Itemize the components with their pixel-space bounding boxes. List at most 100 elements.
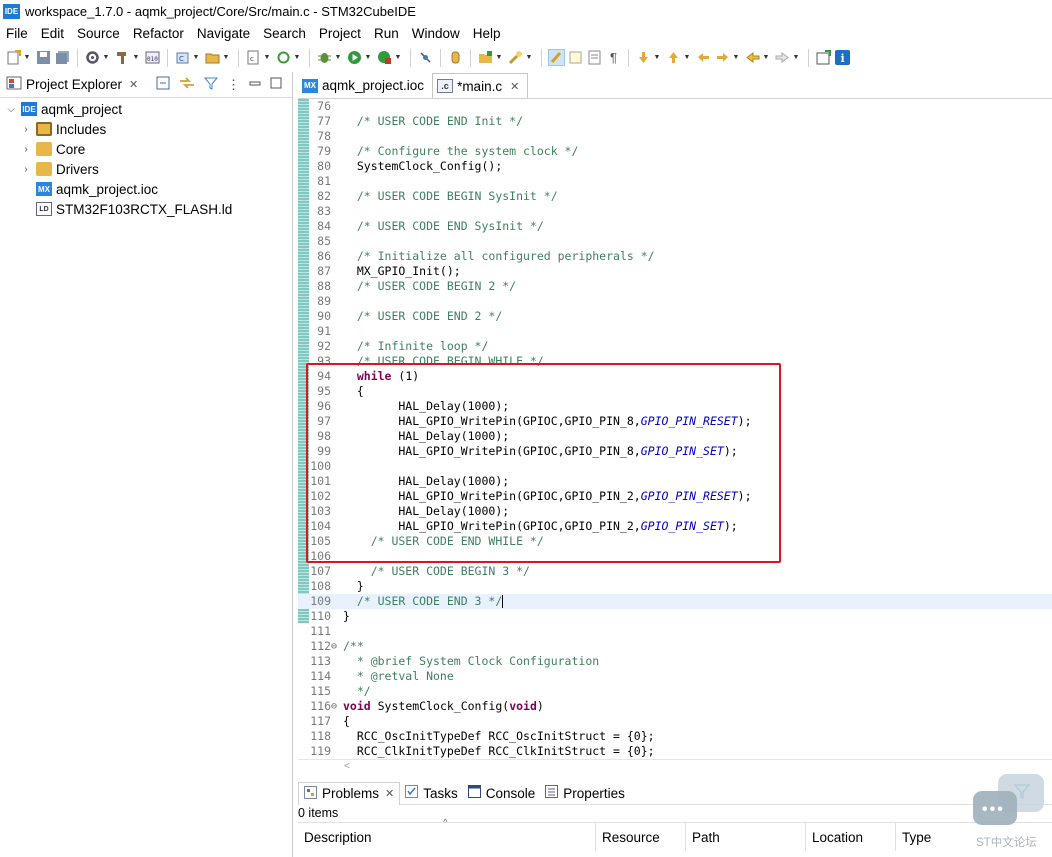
new-source-dropdown-icon[interactable]: ▼ (263, 49, 271, 66)
new-folder-icon[interactable] (204, 49, 221, 66)
previous-annotation-dropdown-icon[interactable]: ▼ (683, 49, 691, 66)
open-type-dropdown-icon[interactable]: ▼ (495, 49, 503, 66)
code-line[interactable]: 94 while (1) (298, 369, 1052, 384)
word-wrap-icon[interactable] (586, 49, 603, 66)
new-cpp-class-icon[interactable]: C (174, 49, 191, 66)
forward-arrow-icon[interactable] (774, 49, 791, 66)
code-line[interactable]: 78 (298, 129, 1052, 144)
next-annotation-icon[interactable] (635, 49, 652, 66)
link-with-editor-icon[interactable] (179, 76, 195, 93)
close-icon[interactable]: ✕ (510, 80, 519, 93)
menu-source[interactable]: Source (71, 26, 127, 41)
tree-item-aqmk-project[interactable]: ⌵ IDE aqmk_project (0, 99, 292, 119)
menu-edit[interactable]: Edit (35, 26, 71, 41)
maximize-icon[interactable] (270, 77, 282, 92)
forward-edit-location-icon[interactable] (714, 49, 731, 66)
horizontal-scrollbar[interactable]: < (298, 759, 1052, 773)
tab-properties[interactable]: Properties (540, 782, 630, 805)
back-arrow-icon[interactable] (744, 49, 761, 66)
tab-aqmk-project-ioc[interactable]: MX aqmk_project.ioc (298, 73, 432, 98)
code-line[interactable]: 118 RCC_OscInitTypeDef RCC_OscInitStruct… (298, 729, 1052, 744)
search-flashlight-icon[interactable] (507, 49, 524, 66)
code-line[interactable]: 100 (298, 459, 1052, 474)
new-dropdown-icon[interactable]: ▼ (23, 49, 31, 66)
menu-window[interactable]: Window (406, 26, 467, 41)
tab-problems[interactable]: Problems ✕ (298, 781, 401, 805)
code-line[interactable]: 101 HAL_Delay(1000); (298, 474, 1052, 489)
code-line[interactable]: 103 HAL_Delay(1000); (298, 504, 1052, 519)
menu-file[interactable]: File (0, 26, 35, 41)
refresh-icon[interactable] (275, 49, 292, 66)
column-description[interactable]: Description (298, 823, 596, 851)
code-line[interactable]: 99 HAL_GPIO_WritePin(GPIOC,GPIO_PIN_8,GP… (298, 444, 1052, 459)
new-folder-dropdown-icon[interactable]: ▼ (222, 49, 230, 66)
save-icon[interactable] (35, 49, 52, 66)
code-line[interactable]: 113 * @brief System Clock Configuration (298, 654, 1052, 669)
chevron-right-icon[interactable]: › (20, 164, 32, 175)
chevron-down-icon[interactable]: ⌵ (5, 104, 17, 115)
tab-main-c[interactable]: .c *main.c ✕ (432, 73, 529, 98)
run-dropdown-icon[interactable]: ▼ (364, 49, 372, 66)
code-line[interactable]: 85 (298, 234, 1052, 249)
code-line[interactable]: 80 SystemClock_Config(); (298, 159, 1052, 174)
tree-item-core[interactable]: › Core (0, 139, 292, 159)
view-menu-icon[interactable]: ⋮ (227, 77, 240, 93)
code-line[interactable]: 117 { (298, 714, 1052, 729)
tree-item-ioc-file[interactable]: MX aqmk_project.ioc (0, 179, 292, 199)
search-dropdown-icon[interactable]: ▼ (525, 49, 533, 66)
code-line[interactable]: 96 HAL_Delay(1000); (298, 399, 1052, 414)
menu-search[interactable]: Search (257, 26, 313, 41)
code-line[interactable]: 81 (298, 174, 1052, 189)
code-line[interactable]: 104 HAL_GPIO_WritePin(GPIOC,GPIO_PIN_2,G… (298, 519, 1052, 534)
code-line[interactable]: 116 ⊖ void SystemClock_Config(void) (298, 699, 1052, 714)
tab-console[interactable]: Console (463, 782, 541, 805)
info-icon[interactable]: i (834, 49, 851, 66)
build-dropdown-icon[interactable]: ▼ (132, 49, 140, 66)
block-selection-icon[interactable] (567, 49, 584, 66)
debug-dropdown-icon[interactable]: ▼ (334, 49, 342, 66)
show-whitespace-icon[interactable]: ¶ (605, 49, 622, 66)
save-all-icon[interactable] (54, 49, 71, 66)
code-line[interactable]: 86 /* Initialize all configured peripher… (298, 249, 1052, 264)
hand-tool-icon[interactable] (447, 49, 464, 66)
new-class-dropdown-icon[interactable]: ▼ (192, 49, 200, 66)
tree-item-drivers[interactable]: › Drivers (0, 159, 292, 179)
back-dropdown-icon[interactable]: ▼ (762, 49, 770, 66)
previous-annotation-icon[interactable] (665, 49, 682, 66)
code-line[interactable]: 109 /* USER CODE END 3 */ (298, 594, 1052, 609)
code-line[interactable]: 91 (298, 324, 1052, 339)
new-icon[interactable] (5, 49, 22, 66)
menu-help[interactable]: Help (467, 26, 508, 41)
code-line[interactable]: 83 (298, 204, 1052, 219)
code-line[interactable]: 87 MX_GPIO_Init(); (298, 264, 1052, 279)
code-editor[interactable]: 76 77 /* USER CODE END Init */78 79 /* Con… (298, 99, 1052, 759)
debug-bug-icon[interactable] (316, 49, 333, 66)
settings-dropdown-icon[interactable]: ▼ (102, 49, 110, 66)
last-edit-location-icon[interactable] (695, 49, 712, 66)
code-line[interactable]: 110} (298, 609, 1052, 624)
code-line[interactable]: 115 */ (298, 684, 1052, 699)
refresh-dropdown-icon[interactable]: ▼ (293, 49, 301, 66)
skip-breakpoints-icon[interactable] (417, 49, 434, 66)
code-line[interactable]: 107 /* USER CODE BEGIN 3 */ (298, 564, 1052, 579)
scroll-left-icon[interactable]: < (344, 761, 350, 772)
settings-gear-icon[interactable] (84, 49, 101, 66)
open-type-icon[interactable] (477, 49, 494, 66)
fold-collapse-icon[interactable]: ⊖ (331, 639, 341, 654)
collapse-all-icon[interactable] (156, 76, 170, 93)
code-line[interactable]: 106 (298, 549, 1052, 564)
mark-occurrences-icon[interactable] (548, 49, 565, 66)
tree-item-linker-file[interactable]: LD STM32F103RCTX_FLASH.ld (0, 199, 292, 219)
build-hammer-icon[interactable] (114, 49, 131, 66)
next-annotation-dropdown-icon[interactable]: ▼ (653, 49, 661, 66)
run-play-icon[interactable] (346, 49, 363, 66)
menu-project[interactable]: Project (313, 26, 368, 41)
code-line[interactable]: 119 RCC_ClkInitTypeDef RCC_ClkInitStruct… (298, 744, 1052, 759)
code-line[interactable]: 92 /* Infinite loop */ (298, 339, 1052, 354)
code-line[interactable]: 112 ⊖/** (298, 639, 1052, 654)
fold-collapse-icon[interactable]: ⊖ (331, 699, 341, 714)
code-line[interactable]: 84 /* USER CODE END SysInit */ (298, 219, 1052, 234)
code-line[interactable]: 90 /* USER CODE END 2 */ (298, 309, 1052, 324)
code-line[interactable]: 77 /* USER CODE END Init */ (298, 114, 1052, 129)
code-line[interactable]: 114 * @retval None (298, 669, 1052, 684)
